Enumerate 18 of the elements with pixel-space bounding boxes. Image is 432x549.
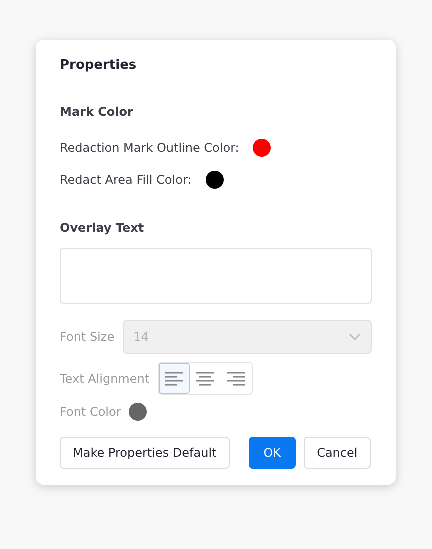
section-heading: Overlay Text	[60, 220, 146, 236]
chevron-down-icon	[349, 333, 361, 341]
color-label: Redaction Mark Outline Color:	[60, 141, 240, 155]
color-swatch[interactable]	[253, 139, 272, 157]
cancel-button[interactable]: Cancel	[304, 437, 371, 469]
section-heading: Mark Color	[60, 104, 134, 120]
dialog-title: Properties	[60, 58, 138, 74]
align-right-icon	[227, 372, 246, 386]
align-left-icon	[165, 372, 184, 386]
color-label: Redact Area Fill Color:	[60, 173, 192, 187]
ok-button[interactable]: OK	[248, 437, 296, 469]
font-color-label: Font Color	[60, 405, 122, 419]
overlay-text-field[interactable]	[60, 248, 372, 304]
color-swatch[interactable]	[206, 171, 224, 189]
align-center-icon	[196, 372, 214, 386]
font-size-label: Font Size	[60, 330, 115, 344]
text-alignment-label: Text Alignment	[60, 372, 150, 386]
make-default-button[interactable]: Make Properties Default	[60, 437, 230, 469]
